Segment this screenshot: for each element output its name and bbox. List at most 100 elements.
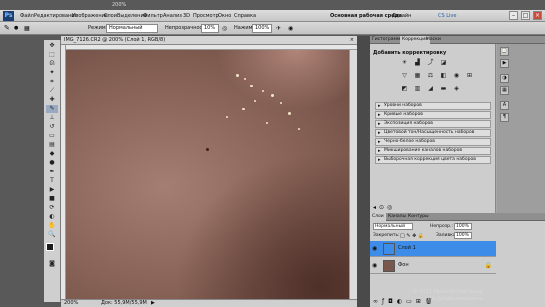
actions-panel-icon[interactable]: ▶	[500, 59, 509, 68]
photo-filter-icon[interactable]: ◉	[452, 72, 461, 80]
pen-tool-icon[interactable]: ✒	[46, 168, 58, 176]
zoom-tool-icon[interactable]: 🔍	[46, 231, 58, 239]
posterize-icon[interactable]: ▥	[413, 85, 422, 93]
exposure-icon[interactable]: ◪	[439, 59, 448, 67]
brush-tool-icon[interactable]: ✎	[46, 105, 58, 113]
airbrush-icon[interactable]: ✈	[276, 25, 281, 32]
curves-icon[interactable]: ⤴	[426, 59, 435, 67]
maximize-icon[interactable]: □	[521, 11, 530, 20]
preset-curves[interactable]: Кривые наборов	[375, 111, 491, 119]
brightness-contrast-icon[interactable]: ☀	[400, 59, 409, 67]
blend-mode-select[interactable]: Нормальный	[373, 223, 413, 230]
hand-tool-icon[interactable]: ✋	[46, 222, 58, 230]
swatches-panel-icon[interactable]: ▦	[500, 86, 509, 95]
move-tool-icon[interactable]: ✥	[46, 42, 58, 50]
image-canvas[interactable]	[66, 50, 349, 299]
pressure-size-icon[interactable]: ◉	[288, 25, 293, 32]
threshold-icon[interactable]: ◢	[426, 85, 435, 93]
layer-row[interactable]: ◉ Слой 1	[370, 241, 496, 257]
document-tab[interactable]: IMG_7126.CR2 @ 200% (Слой 1, RGB/8) ×	[61, 36, 357, 45]
folder-icon[interactable]: ▭	[406, 298, 412, 305]
tab-channels[interactable]: Каналы	[386, 213, 408, 221]
preset-channel-mixer[interactable]: Микширование каналов наборов	[375, 147, 491, 155]
menu-view[interactable]: Просмотр	[193, 12, 219, 20]
design-workspace-button[interactable]: Дизайн	[392, 12, 411, 20]
levels-icon[interactable]: ▟	[413, 59, 422, 67]
3d-rotate-tool-icon[interactable]: ⟳	[46, 204, 58, 212]
eyedropper-tool-icon[interactable]: ⟋	[46, 87, 58, 95]
menu-help[interactable]: Справка	[234, 12, 256, 20]
foreground-color-swatch[interactable]	[46, 243, 54, 251]
layer-row[interactable]: ◉ Фон 🔒	[370, 258, 496, 274]
character-panel-icon[interactable]: A	[500, 101, 509, 110]
fx-icon[interactable]: ƒ	[382, 298, 384, 305]
menu-analysis[interactable]: Анализ	[163, 12, 182, 20]
marquee-tool-icon[interactable]: ⬚	[46, 51, 58, 59]
3d-camera-tool-icon[interactable]: ◐	[46, 213, 58, 221]
menu-3d[interactable]: 3D	[183, 12, 190, 20]
preset-black-white[interactable]: Черно-белое наборов	[375, 138, 491, 146]
shape-tool-icon[interactable]: ■	[46, 195, 58, 203]
lasso-tool-icon[interactable]: ᘏ	[46, 60, 58, 68]
quick-select-tool-icon[interactable]: ✦	[46, 69, 58, 77]
mask-icon[interactable]: ◘	[388, 298, 393, 305]
back-icon[interactable]: ◂	[373, 204, 376, 211]
visibility-icon[interactable]: ◎	[387, 204, 392, 211]
menu-file[interactable]: Файл	[20, 12, 34, 20]
cs-live-button[interactable]: CS Live	[438, 12, 456, 20]
selective-color-icon[interactable]: ◈	[452, 85, 461, 93]
gradient-tool-icon[interactable]: ▤	[46, 141, 58, 149]
close-document-icon[interactable]: ×	[350, 36, 354, 45]
vertical-scrollbar[interactable]	[349, 50, 357, 299]
crop-tool-icon[interactable]: ⌗	[46, 78, 58, 86]
tab-paths[interactable]: Контуры	[406, 213, 431, 221]
eraser-tool-icon[interactable]: ▭	[46, 132, 58, 140]
quick-mask-icon[interactable]: ◙	[46, 260, 58, 268]
minimize-icon[interactable]: –	[509, 11, 518, 20]
paragraph-panel-icon[interactable]: ¶	[500, 113, 509, 122]
fill-field[interactable]: 100%	[454, 232, 472, 239]
color-panel-icon[interactable]: ◑	[500, 74, 509, 83]
menu-image[interactable]: Изображение	[72, 12, 108, 20]
preset-hue-saturation[interactable]: Цветовой тон/Насыщенность наборов	[375, 129, 491, 137]
tab-layers[interactable]: Слои	[370, 213, 386, 221]
history-panel-icon[interactable]: ⌚	[500, 47, 509, 56]
zoom-readout[interactable]: 200%	[112, 2, 126, 8]
brush-panel-icon[interactable]: ▦	[24, 25, 30, 32]
invert-icon[interactable]: ◩	[400, 85, 409, 93]
menu-filter[interactable]: Фильтр	[143, 12, 163, 20]
preset-selective-color[interactable]: Выборочная коррекция цвета наборов	[375, 156, 491, 164]
clone-stamp-tool-icon[interactable]: ⊥	[46, 114, 58, 122]
preset-exposure[interactable]: Экспозиция наборов	[375, 120, 491, 128]
mode-select[interactable]: Нормальный	[106, 24, 158, 33]
opacity-field[interactable]: 10%	[201, 24, 219, 33]
brush-size-icon[interactable]: ●	[14, 25, 18, 32]
black-white-icon[interactable]: ◧	[439, 72, 448, 80]
status-arrow-icon[interactable]: ▶	[151, 300, 155, 307]
eye-icon[interactable]: ◉	[372, 262, 377, 269]
history-brush-tool-icon[interactable]: ↺	[46, 123, 58, 131]
layer-opacity-field[interactable]: 100%	[454, 223, 472, 230]
type-tool-icon[interactable]: T	[46, 177, 58, 185]
healing-brush-tool-icon[interactable]: ✚	[46, 96, 58, 104]
tab-masks[interactable]: Маски	[424, 36, 443, 44]
color-balance-icon[interactable]: ⚖	[426, 72, 435, 80]
blur-tool-icon[interactable]: ◆	[46, 150, 58, 158]
menu-layers[interactable]: Слои	[104, 12, 117, 20]
channel-mixer-icon[interactable]: ⊞	[465, 72, 474, 80]
status-doc-info[interactable]: Док: 55,9M/55,9M	[101, 300, 147, 307]
dodge-tool-icon[interactable]: ●	[46, 159, 58, 167]
path-select-tool-icon[interactable]: ▶	[46, 186, 58, 194]
hue-saturation-icon[interactable]: ▦	[413, 72, 422, 80]
vibrance-icon[interactable]: ▽	[400, 72, 409, 80]
close-icon[interactable]: ×	[533, 11, 542, 20]
status-zoom[interactable]: 200%	[64, 300, 78, 307]
menu-window[interactable]: Окно	[218, 12, 231, 20]
clip-icon[interactable]: ⊙	[379, 204, 384, 211]
gradient-map-icon[interactable]: ▬	[439, 85, 448, 93]
link-icon[interactable]: ∞	[373, 298, 378, 305]
preset-levels[interactable]: Уровни наборов	[375, 102, 491, 110]
lock-icons[interactable]: □ ✎ ✥ 🔒	[400, 233, 424, 239]
adjustment-layer-icon[interactable]: ◐	[397, 298, 402, 305]
brush-tool-icon[interactable]: ✎	[4, 25, 10, 32]
